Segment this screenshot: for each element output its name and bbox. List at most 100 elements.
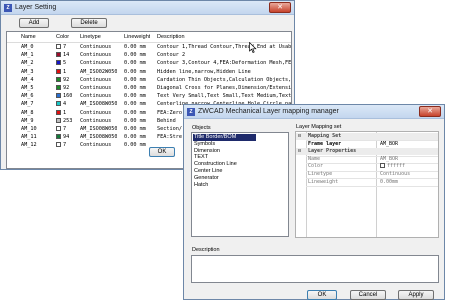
table-row[interactable]: AM_5 92 Continuous 0.00 mm Diagonal Cross fo… — [7, 84, 291, 92]
description-label: Description — [192, 247, 220, 253]
category-label: Mapping Set — [308, 133, 342, 139]
list-item[interactable]: Dimension — [193, 148, 220, 155]
color-cell: 160 — [56, 92, 72, 100]
property-value[interactable]: AM_BOR — [380, 141, 398, 148]
column-header-linetype[interactable]: Linetype — [80, 32, 101, 42]
column-header-lineweight[interactable]: Lineweight — [124, 32, 150, 42]
list-item[interactable]: Hatch — [193, 182, 208, 189]
color-value: ffffff — [387, 163, 406, 170]
weight-cell: 0.00 mm — [124, 85, 146, 91]
category-label: Layer Properties — [308, 148, 357, 155]
description-box — [191, 255, 439, 283]
property-key: Color — [308, 163, 324, 170]
property-category[interactable]: ⊟ Mapping Set — [296, 133, 438, 140]
list-item[interactable]: Generator — [193, 175, 219, 182]
list-item[interactable]: Title Border/BOM — [193, 134, 256, 141]
color-value: 160 — [63, 93, 73, 100]
color-swatch-icon — [56, 76, 61, 82]
linetype-cell: Continuous — [80, 93, 112, 100]
weight-cell: 0.00 mm — [124, 101, 146, 108]
name-cell: AM_8 — [21, 109, 34, 116]
layer-mapping-manager-window: Z ZWCAD Mechanical Layer mapping manager… — [183, 104, 445, 300]
table-row[interactable]: AM_3 1 AM_ISO02W050 0.00 mm Hidden line,narr… — [7, 68, 291, 76]
layer-mapping-set-label: Layer Mapping set — [296, 124, 342, 130]
color-swatch-icon — [56, 68, 61, 74]
color-swatch-icon — [56, 142, 61, 148]
app-icon: Z — [187, 108, 195, 116]
apply-button[interactable]: Apply — [398, 290, 434, 300]
table-row[interactable]: AM_6 160 Continuous 0.00 mm Text Very Small,… — [7, 92, 291, 100]
desc-cell: Diagonal Cross for Planes,Dimension/Exte… — [157, 85, 292, 91]
color-cell: 7 — [56, 43, 66, 51]
name-cell: AM_4 — [21, 76, 34, 83]
color-swatch-icon — [56, 44, 61, 49]
close-icon[interactable]: ✕ — [269, 2, 291, 13]
weight-cell: 0.00 mm — [124, 117, 146, 124]
list-item[interactable]: Center Line — [193, 168, 222, 175]
ok-button[interactable]: OK — [149, 147, 175, 157]
color-swatch-icon — [56, 134, 61, 140]
layer-setting-titlebar[interactable]: Z Layer Setting ✕ — [1, 1, 294, 15]
property-key: Lineweight — [308, 178, 339, 185]
delete-button[interactable]: Delete — [71, 18, 107, 28]
table-row[interactable]: AM_2 5 Continuous 0.00 mm Contour 3,Contour … — [7, 59, 291, 67]
app-icon: Z — [4, 4, 12, 12]
name-cell: AM_10 — [21, 126, 37, 132]
property-row[interactable]: Name AM_BOR — [296, 156, 438, 163]
color-cell: 7 — [56, 141, 66, 149]
color-value: 7 — [63, 44, 67, 50]
color-swatch-icon — [56, 52, 61, 58]
add-button[interactable]: Add — [19, 18, 49, 28]
list-item[interactable]: TEXT — [193, 154, 208, 161]
property-value[interactable]: AM_BOR — [380, 156, 398, 163]
weight-cell: 0.00 mm — [124, 134, 146, 141]
cancel-button[interactable]: Cancel — [350, 290, 386, 300]
ok-button[interactable]: OK — [307, 290, 337, 300]
property-row[interactable]: Lineweight 0.00mm — [296, 179, 438, 186]
color-cell: 4 — [56, 100, 66, 108]
property-value[interactable]: Continuous — [380, 171, 410, 178]
column-header-description[interactable]: Description — [157, 32, 185, 42]
desc-cell: Contour 1,Thread Contour,Thread End at U… — [157, 44, 292, 50]
property-value[interactable]: 0.00mm — [380, 179, 398, 186]
table-row[interactable]: AM_4 92 Continuous 0.00 mm Cardation Thin Ob… — [7, 76, 291, 84]
name-cell: AM_6 — [21, 93, 34, 100]
property-grid[interactable]: ⊟ Mapping Set Frame layer AM_BOR ⊟ Layer Prop… — [295, 131, 439, 238]
linetype-cell: AM_ISO08W050 — [80, 134, 118, 141]
list-item[interactable]: Construction Line — [193, 161, 237, 168]
name-cell: AM_0 — [21, 44, 34, 50]
mouse-cursor-icon — [249, 42, 257, 53]
property-row[interactable]: Linetype Continuous — [296, 171, 438, 178]
property-row[interactable]: Color ffffff — [296, 163, 438, 170]
color-value: 1 — [63, 68, 67, 75]
weight-cell: 0.00 mm — [124, 68, 146, 75]
color-cell: 1 — [56, 109, 66, 117]
color-value: 1 — [63, 109, 67, 116]
property-category[interactable]: ⊟ Layer Properties — [296, 148, 438, 156]
collapse-toggle-icon[interactable]: ⊟ — [298, 148, 301, 155]
mapping-manager-title: ZWCAD Mechanical Layer mapping manager — [198, 108, 339, 115]
list-item[interactable]: Symbols — [193, 141, 215, 148]
weight-cell: 0.00 mm — [124, 76, 146, 83]
objects-list[interactable]: Title Border/BOM Symbols Dimension TEXT Cons… — [191, 132, 289, 237]
mapping-manager-titlebar[interactable]: Z ZWCAD Mechanical Layer mapping manager… — [184, 105, 444, 119]
close-icon[interactable]: ✕ — [419, 106, 441, 117]
column-header-color[interactable]: Color — [56, 32, 69, 42]
color-value: 92 — [63, 76, 70, 83]
color-value: 7 — [63, 126, 67, 132]
property-value[interactable]: ffffff — [380, 163, 405, 170]
linetype-cell: Continuous — [80, 117, 112, 124]
linetype-cell: Continuous — [80, 142, 112, 149]
desc-cell: Contour 3,Contour 4,FEA:Deformation Mesh… — [157, 60, 292, 67]
color-swatch-icon — [56, 101, 61, 107]
collapse-toggle-icon[interactable]: ⊟ — [298, 133, 301, 140]
linetype-cell: AM_ISO08W050 — [80, 126, 118, 132]
name-cell: AM_12 — [21, 142, 37, 149]
color-swatch-icon — [56, 117, 61, 123]
color-value: 94 — [63, 134, 70, 141]
desc-cell: Cardation Thin Objects,Calculation Objec… — [157, 76, 292, 83]
column-header-name[interactable]: Name — [21, 32, 36, 42]
desc-cell: Hidden line,narrow,Hidden Line — [157, 68, 251, 75]
property-row[interactable]: Frame layer AM_BOR — [296, 141, 438, 148]
name-cell: AM_3 — [21, 68, 34, 75]
